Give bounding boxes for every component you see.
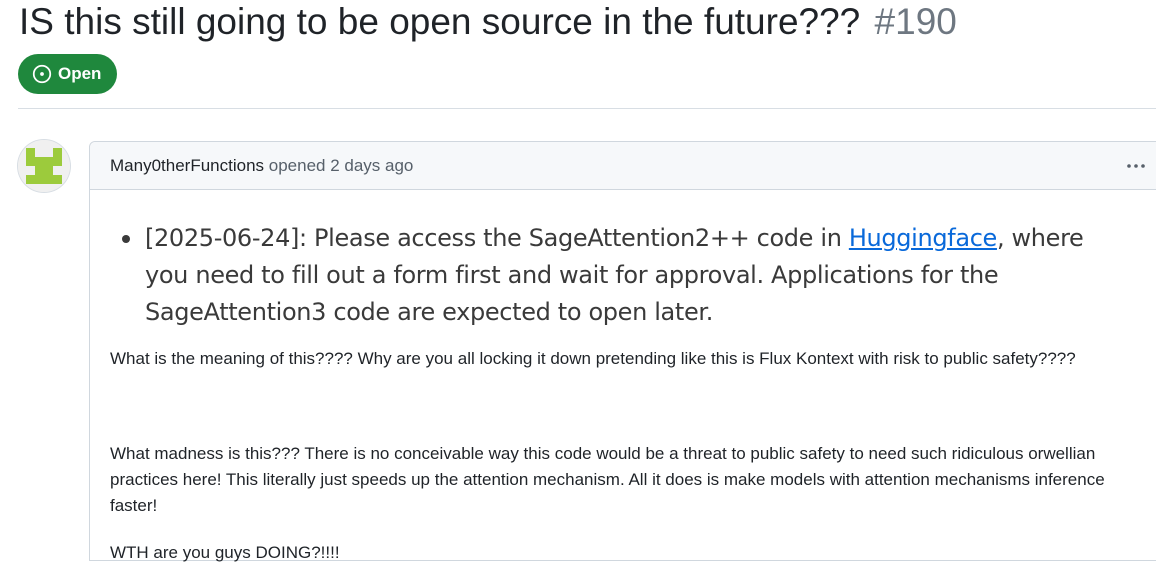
comment-options-button[interactable] [1124,154,1148,178]
kebab-horizontal-icon [1127,164,1145,168]
comment-meta: Many0therFunctions opened 2 days ago [110,156,413,176]
issue-state-label: Open [58,64,102,83]
author-avatar[interactable] [18,140,70,192]
comment-paragraph: WTH are you guys DOING?!!!! [110,543,340,562]
announcement-list: [2025-06-24]: Please access the SageAtte… [120,220,1130,331]
issue-comment: Many0therFunctions opened 2 days ago [20… [89,141,1156,562]
comment-author-link[interactable]: Many0therFunctions [110,156,264,175]
comment-action-text: opened 2 days ago [268,156,414,175]
huggingface-link[interactable]: Huggingface [849,224,997,252]
issue-title-text: IS this still going to be open source in… [19,1,861,42]
comment-header: Many0therFunctions opened 2 days ago [90,142,1156,190]
issue-state-badge: Open [18,54,117,94]
announcement-prefix: [2025-06-24]: Please access the SageAtte… [145,224,849,252]
comment-paragraph: What is the meaning of this???? Why are … [110,349,1076,368]
issue-title: IS this still going to be open source in… [19,0,957,44]
issue-opened-icon [32,64,52,84]
issue-number: #190 [874,1,957,42]
announcement-item: [2025-06-24]: Please access the SageAtte… [120,220,1130,331]
quoted-announcement: [2025-06-24]: Please access the SageAtte… [120,220,1130,331]
comment-paragraph: What madness is this??? There is no conc… [110,444,1105,515]
identicon-avatar-icon [18,140,70,192]
header-divider [18,108,1156,109]
